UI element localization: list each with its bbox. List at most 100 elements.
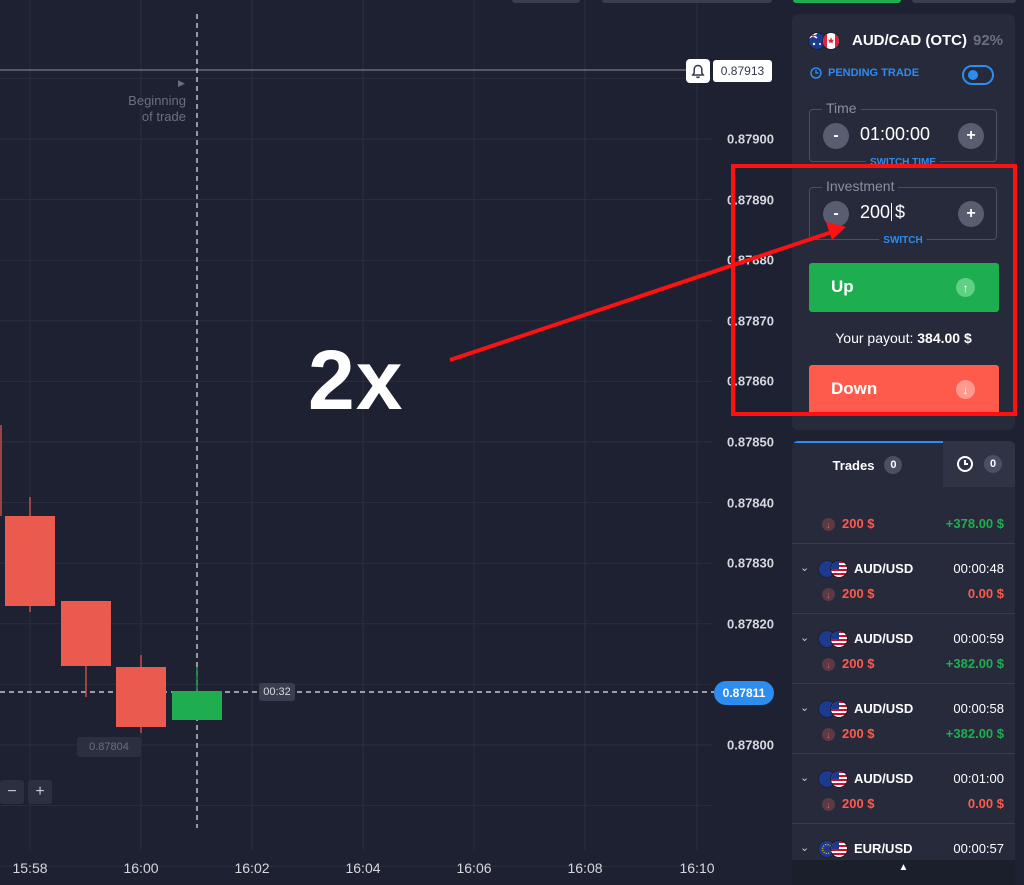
trade-asset: AUD/USD — [854, 561, 914, 576]
arrow-up-icon: ↑ — [956, 278, 975, 297]
payout-row: Your payout: 384.00 $ — [792, 330, 1015, 346]
trade-time: 00:00:48 — [953, 561, 1004, 576]
up-button[interactable]: Up ↑ — [809, 263, 999, 312]
investment-plus-button[interactable]: + — [958, 201, 984, 227]
investment-value[interactable]: 200 $ — [860, 202, 905, 223]
switch-time-link[interactable]: SWITCH TIME — [865, 157, 941, 168]
trades-tab-label: Trades — [832, 457, 875, 473]
trade-time: 00:01:00 — [953, 771, 1004, 786]
switch-link[interactable]: SWITCH — [879, 235, 927, 246]
eu-us-flags-icon — [818, 838, 854, 858]
time-plus-button[interactable]: + — [958, 123, 984, 149]
pending-trade-label: PENDING TRADE — [828, 67, 920, 79]
arrow-down-icon: ↓ — [956, 380, 975, 399]
time-field[interactable]: Time - 01:00:00 + SWITCH TIME — [809, 100, 997, 168]
caret-up-icon: ▲ — [898, 862, 909, 873]
au-us-flags-icon — [818, 628, 854, 648]
top-control-stub[interactable] — [602, 0, 772, 3]
price-alert-button[interactable] — [686, 59, 710, 83]
trade-amount: 200 $ — [842, 796, 875, 811]
au-us-flags-icon — [818, 558, 854, 578]
trade-asset: AUD/USD — [854, 771, 914, 786]
trade-asset: EUR/USD — [854, 841, 913, 856]
candle-body — [61, 601, 111, 666]
trade-profit: +382.00 $ — [945, 726, 1004, 741]
bell-icon — [691, 64, 705, 78]
trades-list[interactable]: ↓ 200 $ +378.00 $ ⌄ AUD/USD 00:00:48 ↓ 2… — [792, 487, 1015, 885]
investment-legend: Investment — [822, 178, 899, 194]
trade-row[interactable]: ⌄ AUD/USD 00:00:59 ↓ 200 $ +382.00 $ — [792, 614, 1015, 684]
beginning-of-trade-label: Beginning of trade — [128, 93, 186, 124]
trade-profit: +378.00 $ — [945, 516, 1004, 531]
direction-down-icon: ↓ — [822, 588, 835, 601]
trades-count-badge: 0 — [884, 456, 903, 474]
trade-profit: 0.00 $ — [967, 586, 1004, 601]
x-tick-label: 16:02 — [234, 860, 270, 876]
down-label: Down — [831, 379, 878, 398]
trade-amount: 200 $ — [842, 656, 875, 671]
zoom-out-button[interactable]: − — [0, 780, 24, 804]
trade-time: 00:00:59 — [953, 631, 1004, 646]
candles-group — [0, 425, 222, 733]
scroll-up-button[interactable]: ▲ — [792, 860, 1015, 885]
tab-trades[interactable]: Trades 0 — [792, 441, 943, 487]
chevron-down-icon[interactable]: ⌄ — [800, 561, 809, 574]
y-tick-label: 0.87860 — [727, 373, 774, 389]
time-value[interactable]: 01:00:00 — [860, 124, 930, 145]
investment-field[interactable]: Investment - 200 $ + SWITCH — [809, 178, 997, 246]
alert-price-tag: 0.87913 — [713, 60, 772, 82]
investment-minus-button[interactable]: - — [823, 201, 849, 227]
payout-prefix: Your payout: — [835, 330, 914, 346]
trade-amount: 200 $ — [842, 516, 875, 531]
chevron-down-icon[interactable]: ⌄ — [800, 771, 809, 784]
top-control-stub[interactable] — [512, 0, 580, 3]
trade-row[interactable]: ⌄ AUD/USD 00:01:00 ↓ 200 $ 0.00 $ — [792, 754, 1015, 824]
tab-history[interactable]: 0 — [943, 441, 1015, 487]
y-tick-label: 0.87820 — [727, 616, 774, 632]
trade-profit: +382.00 $ — [945, 656, 1004, 671]
y-tick-label: 0.87840 — [727, 495, 774, 511]
time-minus-button[interactable]: - — [823, 123, 849, 149]
asset-selector[interactable]: AUD/CAD (OTC) 92% — [808, 30, 1003, 50]
top-control-stub[interactable] — [912, 0, 1016, 3]
chevron-down-icon[interactable]: ⌄ — [800, 701, 809, 714]
history-count-badge: 0 — [984, 455, 1002, 473]
au-us-flags-icon — [818, 768, 854, 788]
trade-asset: AUD/USD — [854, 701, 914, 716]
chevron-down-icon[interactable]: ⌄ — [800, 841, 809, 854]
pending-trade-row[interactable]: PENDING TRADE — [810, 67, 919, 79]
pending-trade-toggle[interactable] — [962, 65, 994, 85]
time-legend: Time — [822, 100, 861, 116]
trade-time: 00:00:57 — [953, 841, 1004, 856]
price-chart[interactable]: ▶ Beginning of trade 0.87913 0.87900 0.87… — [0, 0, 785, 885]
trade-panel: AUD/CAD (OTC) 92% PENDING TRADE Time - 0… — [792, 14, 1015, 430]
beginning-arrow-icon: ▶ — [178, 78, 185, 88]
x-tick-label: 16:10 — [679, 860, 715, 876]
trade-row[interactable]: ⌄ AUD/USD 00:00:58 ↓ 200 $ +382.00 $ — [792, 684, 1015, 754]
clock-icon — [810, 67, 822, 79]
chevron-down-icon[interactable]: ⌄ — [800, 631, 809, 644]
direction-down-icon: ↓ — [822, 518, 835, 531]
trades-panel: Trades 0 0 ↓ 200 $ +378.00 $ ⌄ AUD/USD 0… — [792, 441, 1015, 885]
trade-amount: 200 $ — [842, 726, 875, 741]
trade-profit: 0.00 $ — [967, 796, 1004, 811]
trade-row[interactable]: ↓ 200 $ +378.00 $ — [792, 487, 1015, 544]
investment-currency: $ — [895, 202, 906, 222]
y-tick-label: 0.87900 — [727, 131, 774, 147]
asset-payout-percent: 92% — [972, 31, 1004, 49]
y-tick-label: 0.87830 — [727, 555, 774, 571]
direction-down-icon: ↓ — [822, 798, 835, 811]
zoom-in-button[interactable]: + — [28, 780, 52, 804]
trade-asset: AUD/USD — [854, 631, 914, 646]
x-tick-label: 16:00 — [123, 860, 159, 876]
y-tick-label: 0.87800 — [727, 737, 774, 753]
top-control-stub[interactable] — [793, 0, 901, 3]
trade-row[interactable]: ⌄ AUD/USD 00:00:48 ↓ 200 $ 0.00 $ — [792, 544, 1015, 614]
x-tick-label: 16:04 — [345, 860, 381, 876]
down-button[interactable]: Down ↓ — [809, 365, 999, 414]
trade-time: 00:00:58 — [953, 701, 1004, 716]
au-ca-flags-icon — [808, 30, 844, 50]
payout-value: 384.00 $ — [917, 330, 972, 346]
candle-countdown: 00:32 — [259, 683, 295, 701]
candle-body — [116, 667, 166, 727]
